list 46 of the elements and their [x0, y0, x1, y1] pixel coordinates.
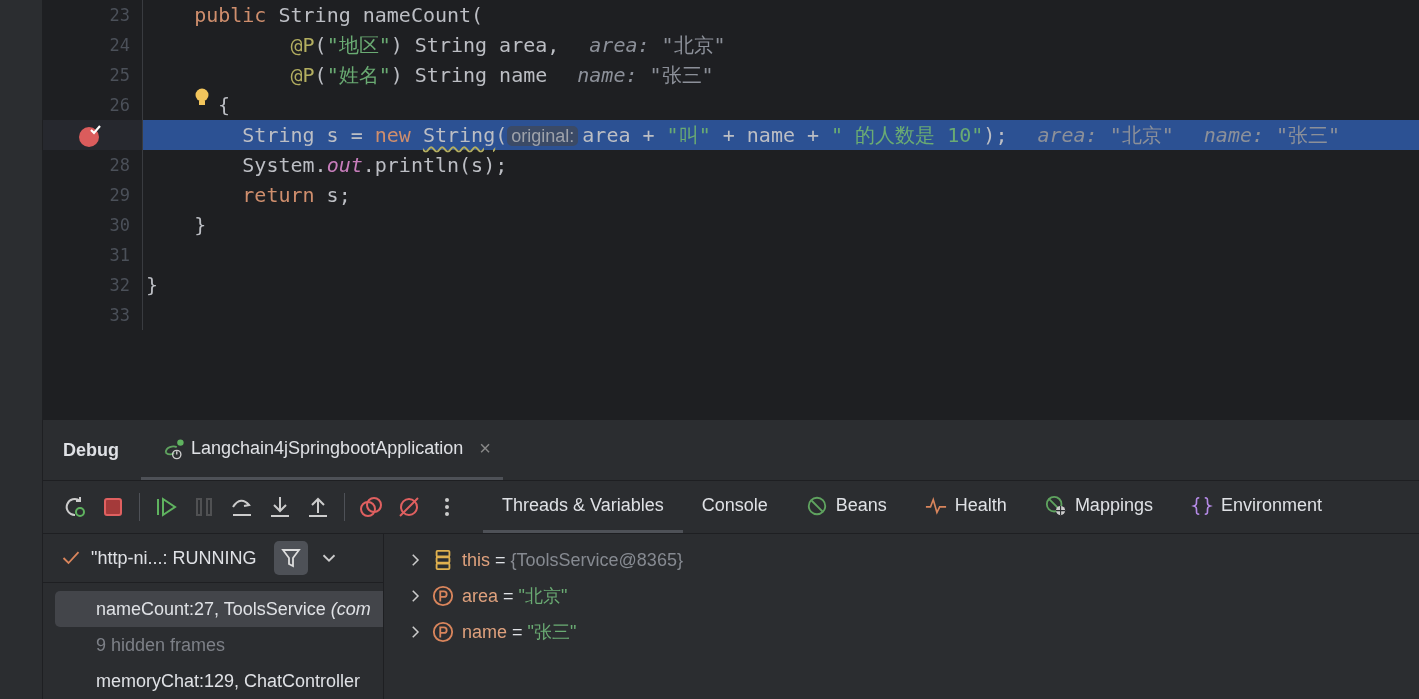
thread-selector[interactable]: "http-ni...: RUNNING: [91, 547, 257, 569]
parameter-icon: [432, 585, 454, 607]
stack-frame[interactable]: nameCount:27, ToolsService (com: [55, 591, 383, 627]
panel-tab[interactable]: Threads & Variables: [483, 481, 683, 533]
variable-value: name = "张三": [462, 621, 577, 644]
inline-value-hint: area: "北京": [1037, 121, 1174, 149]
panel-title: Debug: [62, 439, 120, 461]
code-line: }: [146, 273, 159, 297]
spring-app-icon: [163, 437, 185, 460]
resume-icon[interactable]: [154, 495, 178, 519]
braces-icon: [1190, 494, 1213, 517]
pulse-icon: [924, 494, 947, 517]
stop-icon[interactable]: [101, 495, 125, 519]
code-line: @P("姓名") String name: [289, 61, 548, 89]
code-line: String s = new String( original: area + "叫" + name + " 的人数是 10");: [241, 121, 1008, 149]
step-out-icon[interactable]: [306, 495, 330, 519]
session-tab[interactable]: Langchain4jSpringbootApplication ×: [141, 420, 503, 480]
variable-value: this = {ToolsService@8365}: [462, 549, 683, 571]
panel-tab[interactable]: Beans: [786, 481, 906, 533]
inline-value-hint: name: "张三": [577, 61, 714, 89]
code-line: {: [218, 93, 231, 117]
bean-icon: [805, 494, 828, 517]
inline-value-hint: area: "北京": [589, 31, 726, 59]
code-line: @P("地区") String area,: [289, 31, 560, 59]
panel-tab[interactable]: Health: [905, 481, 1026, 533]
panel-tab[interactable]: Console: [682, 481, 787, 533]
code-line: System.out.println(s);: [241, 153, 508, 177]
parameter-icon: [432, 621, 454, 643]
rerun-icon[interactable]: [63, 495, 87, 519]
code-line: public String nameCount(: [193, 3, 484, 27]
stack-frame[interactable]: 9 hidden frames: [55, 627, 383, 663]
panel-tab[interactable]: Mappings: [1025, 481, 1172, 533]
panel-tab[interactable]: Environment: [1171, 481, 1341, 533]
code-line: return s;: [241, 183, 351, 207]
variable-value: area = "北京": [462, 585, 568, 608]
code-line: }: [193, 213, 207, 237]
breakpoint-icon[interactable]: [78, 124, 102, 148]
mute-breakpoints-icon[interactable]: [397, 495, 421, 519]
breakpoints-icon[interactable]: [359, 495, 383, 519]
step-into-icon[interactable]: [268, 495, 292, 519]
filter-icon[interactable]: [274, 541, 309, 575]
inline-value-hint: name: "张三": [1203, 121, 1341, 149]
stack-frame[interactable]: memoryChat:129, ChatController: [55, 663, 383, 699]
globe-icon: [1044, 494, 1067, 517]
close-button[interactable]: ×: [479, 437, 491, 460]
lightbulb-icon[interactable]: [194, 88, 210, 108]
